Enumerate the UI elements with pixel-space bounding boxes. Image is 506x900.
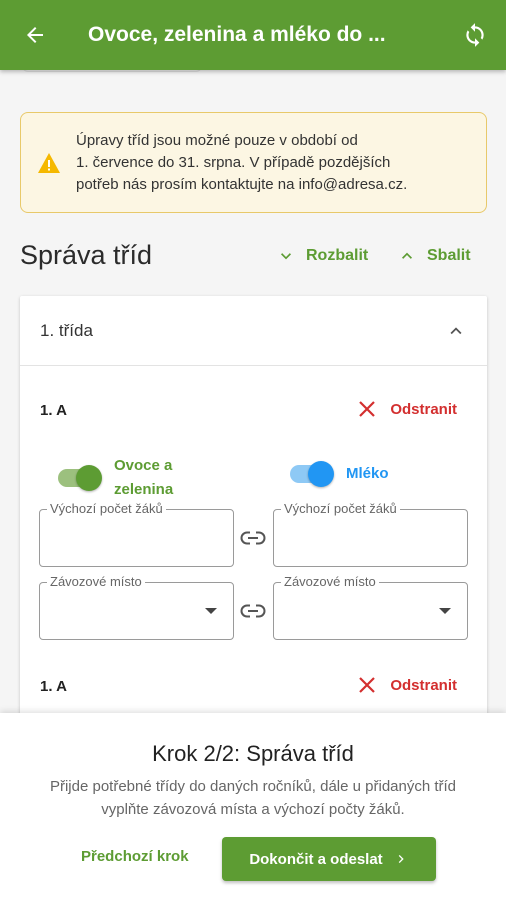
- milk-delivery-place-select[interactable]: Závozové místo: [273, 574, 468, 640]
- section-title: Správa tříd: [20, 240, 153, 270]
- previous-step-button[interactable]: Předchozí krok: [81, 848, 189, 865]
- arrow-left-icon: [27, 27, 43, 43]
- toggle-milk[interactable]: Mléko: [290, 461, 389, 487]
- toggle-milk-label: Mléko: [346, 465, 389, 482]
- info-alert: Úpravy tříd jsou možné pouze v období od…: [20, 112, 487, 213]
- collapse-all-label: Sbalit: [427, 247, 471, 264]
- app-bar: Ovoce, zelenina a mléko do ...: [0, 0, 506, 70]
- fruit-pupils-field[interactable]: Výchozí počet žáků: [39, 501, 234, 567]
- toggle-fruit-label: Ovoce a zelenina: [114, 457, 174, 498]
- step-description: Přijde potřebné třídy do daných ročníků,…: [49, 778, 457, 818]
- class-name: 1. A: [40, 678, 67, 695]
- field-label: Závozové místo: [47, 574, 145, 589]
- grade-card: 1. třída 1. A Odstranit Ovoce a zelenina…: [20, 296, 487, 736]
- link-fields-button[interactable]: [238, 596, 268, 626]
- close-icon: [359, 677, 376, 693]
- chevron-up-icon: [402, 252, 412, 259]
- chevron-down-icon: [281, 253, 291, 260]
- page-title: Ovoce, zelenina a mléko do ...: [88, 23, 386, 46]
- chevron-up-icon: [450, 326, 462, 334]
- remove-class-button[interactable]: Odstranit: [358, 676, 457, 694]
- field-label: Závozové místo: [281, 574, 379, 589]
- caret-down-icon: [205, 608, 217, 614]
- close-icon: [359, 401, 376, 417]
- field-label: Výchozí počet žáků: [281, 501, 400, 516]
- step-panel: Krok 2/2: Správa tříd Přijde potřebné tř…: [0, 713, 506, 900]
- toggle-fruit-vegetables[interactable]: Ovoce a zelenina: [58, 454, 173, 502]
- toggle-thumb: [308, 461, 334, 487]
- toggle-track: [290, 461, 334, 487]
- link-fields-button[interactable]: [238, 523, 268, 553]
- caret-down-icon: [439, 608, 451, 614]
- step-title: Krok 2/2: Správa tříd: [152, 741, 354, 766]
- collapse-all-button[interactable]: Sbalit: [397, 243, 471, 269]
- expand-all-label: Rozbalit: [306, 247, 369, 264]
- toggle-thumb: [76, 465, 102, 491]
- class-name: 1. A: [40, 402, 67, 419]
- back-button[interactable]: [0, 0, 70, 70]
- alert-text: Úpravy tříd jsou možné pouze v období od…: [76, 131, 408, 193]
- sync-button[interactable]: [444, 0, 506, 70]
- grade-header[interactable]: 1. třída: [20, 296, 487, 366]
- fruit-delivery-place-select[interactable]: Závozové místo: [39, 574, 234, 640]
- link-icon: [240, 604, 266, 618]
- sync-icon: [466, 23, 484, 47]
- toggle-track: [58, 465, 102, 491]
- grade-label: 1. třída: [40, 320, 93, 340]
- remove-class-button[interactable]: Odstranit: [358, 400, 457, 418]
- milk-pupils-field[interactable]: Výchozí počet žáků: [273, 501, 468, 567]
- chevron-right-icon: [398, 855, 404, 863]
- expand-all-button[interactable]: Rozbalit: [276, 243, 368, 269]
- warning-icon: [21, 152, 76, 174]
- link-icon: [240, 531, 266, 545]
- field-label: Výchozí počet žáků: [47, 501, 166, 516]
- finish-submit-button[interactable]: Dokončit a odeslat: [222, 837, 436, 881]
